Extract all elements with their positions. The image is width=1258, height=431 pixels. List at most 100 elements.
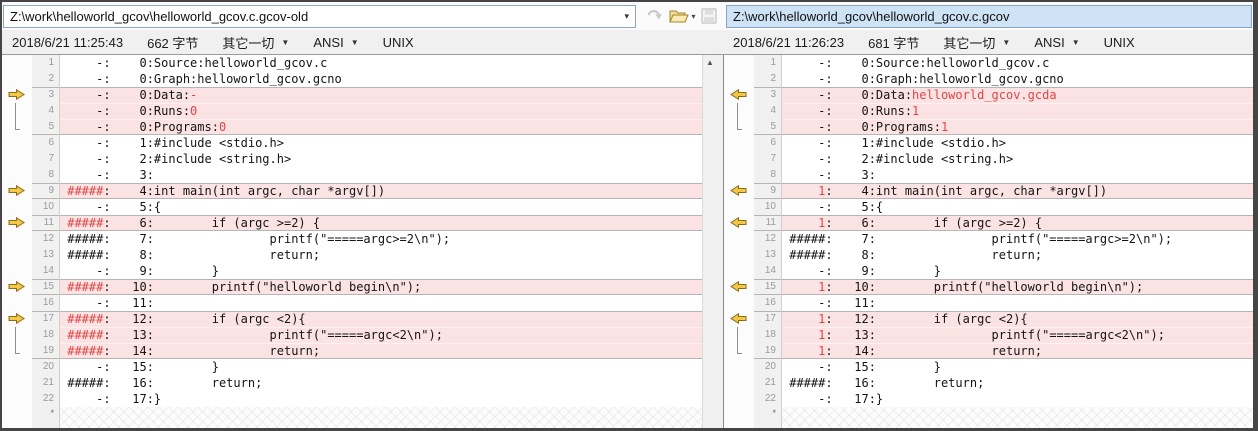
code-row[interactable]: 18 #####: 13: printf("=====argc<2\n"); — [2, 327, 702, 343]
code-text[interactable]: -: 17:} — [60, 391, 702, 407]
code-text[interactable]: -: 3: — [782, 167, 1253, 183]
code-row[interactable]: 7 -: 2:#include <string.h> — [724, 151, 1253, 167]
section-arrow-left-icon[interactable] — [724, 279, 754, 295]
code-row[interactable]: 6 -: 1:#include <stdio.h> — [2, 135, 702, 151]
code-row[interactable]: 1 -: 0:Source:helloworld_gcov.c — [724, 55, 1253, 71]
code-text[interactable]: -: 11: — [60, 295, 702, 311]
left-path-combo[interactable]: Z:\work\helloworld_gcov\helloworld_gcov.… — [3, 4, 636, 28]
code-row[interactable]: 18 1: 13: printf("=====argc<2\n"); — [724, 327, 1253, 343]
code-text[interactable]: 1: 12: if (argc <2){ — [782, 311, 1253, 327]
code-row[interactable]: 17 #####: 12: if (argc <2){ — [2, 311, 702, 327]
code-row[interactable]: 3 -: 0:Data:helloworld_gcov.gcda — [724, 87, 1253, 103]
section-arrow-left-icon[interactable] — [724, 215, 754, 231]
section-arrow-left-icon[interactable] — [724, 87, 754, 103]
code-row[interactable]: 13 #####: 8: return; — [724, 247, 1253, 263]
code-row[interactable]: 16 -: 11: — [2, 295, 702, 311]
code-row[interactable]: 8 -: 3: — [2, 167, 702, 183]
code-row[interactable]: 22 -: 17:} — [724, 391, 1253, 407]
open-file-button[interactable]: ▾ — [669, 8, 696, 24]
code-text[interactable]: -: 17:} — [782, 391, 1253, 407]
code-text[interactable]: 1: 13: printf("=====argc<2\n"); — [782, 327, 1253, 343]
code-text[interactable]: -: 9: } — [782, 263, 1253, 279]
code-text[interactable]: -: 0:Data:helloworld_gcov.gcda — [782, 87, 1253, 103]
code-text[interactable]: -: 11: — [782, 295, 1253, 311]
right-line-ending[interactable]: UNIX — [1104, 35, 1135, 50]
code-row[interactable]: 17 1: 12: if (argc <2){ — [724, 311, 1253, 327]
code-row[interactable]: 12 #####: 7: printf("=====argc>=2\n"); — [2, 231, 702, 247]
section-arrow-right-icon[interactable] — [2, 87, 32, 103]
code-text[interactable]: #####: 14: return; — [60, 343, 702, 359]
section-arrow-right-icon[interactable] — [2, 279, 32, 295]
code-text[interactable]: -: 0:Runs:0 — [60, 103, 702, 119]
code-text[interactable]: -: 2:#include <string.h> — [60, 151, 702, 167]
code-row[interactable]: 11 1: 6: if (argc >=2) { — [724, 215, 1253, 231]
code-row[interactable]: 5 -: 0:Programs:0 — [2, 119, 702, 135]
left-encoding-select[interactable]: ANSI ▼ — [313, 35, 358, 50]
code-row[interactable]: 11 #####: 6: if (argc >=2) { — [2, 215, 702, 231]
code-text[interactable]: -: 0:Programs:0 — [60, 119, 702, 135]
section-arrow-left-icon[interactable] — [724, 311, 754, 327]
code-text[interactable]: -: 1:#include <stdio.h> — [782, 135, 1253, 151]
code-row[interactable]: 7 -: 2:#include <string.h> — [2, 151, 702, 167]
left-path-dropdown-icon[interactable]: ▾ — [621, 11, 632, 22]
code-text[interactable]: -: 1:#include <stdio.h> — [60, 135, 702, 151]
code-text[interactable]: #####: 8: return; — [782, 247, 1253, 263]
code-row[interactable]: 20 -: 15: } — [2, 359, 702, 375]
code-row[interactable]: 21 #####: 16: return; — [724, 375, 1253, 391]
code-text[interactable]: -: 0:Graph:helloworld_gcov.gcno — [60, 71, 702, 87]
code-row[interactable]: 1 -: 0:Source:helloworld_gcov.c — [2, 55, 702, 71]
code-row[interactable]: 8 -: 3: — [724, 167, 1253, 183]
code-row[interactable]: 14 -: 9: } — [724, 263, 1253, 279]
recompare-button[interactable] — [645, 7, 664, 25]
section-arrow-right-icon[interactable] — [2, 215, 32, 231]
code-text[interactable]: #####: 13: printf("=====argc<2\n"); — [60, 327, 702, 343]
code-text[interactable]: -: 15: } — [782, 359, 1253, 375]
code-row[interactable]: 4 -: 0:Runs:0 — [2, 103, 702, 119]
right-format-select[interactable]: 其它一切 ▼ — [943, 33, 1010, 52]
code-row[interactable]: 9 1: 4:int main(int argc, char *argv[]) — [724, 183, 1253, 199]
code-text[interactable]: -: 0:Data:- — [60, 87, 702, 103]
code-text[interactable]: #####: 7: printf("=====argc>=2\n"); — [782, 231, 1253, 247]
code-text[interactable]: -: 0:Graph:helloworld_gcov.gcno — [782, 71, 1253, 87]
save-button[interactable] — [700, 8, 717, 24]
code-row[interactable]: 10 -: 5:{ — [2, 199, 702, 215]
code-row[interactable]: 15 1: 10: printf("helloworld begin\n"); — [724, 279, 1253, 295]
code-row[interactable]: 14 -: 9: } — [2, 263, 702, 279]
right-path-combo[interactable]: Z:\work\helloworld_gcov\helloworld_gcov.… — [726, 4, 1252, 28]
code-text[interactable]: -: 3: — [60, 167, 702, 183]
code-row[interactable]: 20 -: 15: } — [724, 359, 1253, 375]
section-arrow-right-icon[interactable] — [2, 183, 32, 199]
code-text[interactable]: -: 2:#include <string.h> — [782, 151, 1253, 167]
code-row[interactable]: 15 #####: 10: printf("helloworld begin\n… — [2, 279, 702, 295]
code-row[interactable]: 12 #####: 7: printf("=====argc>=2\n"); — [724, 231, 1253, 247]
left-vertical-scrollbar[interactable]: ▲ — [702, 55, 717, 428]
code-row[interactable]: 13 #####: 8: return; — [2, 247, 702, 263]
open-file-dropdown-icon[interactable]: ▾ — [691, 12, 695, 21]
code-row[interactable]: 2 -: 0:Graph:helloworld_gcov.gcno — [2, 71, 702, 87]
code-row[interactable]: 4 -: 0:Runs:1 — [724, 103, 1253, 119]
left-format-select[interactable]: 其它一切 ▼ — [222, 33, 289, 52]
code-text[interactable]: #####: 16: return; — [782, 375, 1253, 391]
left-line-ending[interactable]: UNIX — [383, 35, 414, 50]
right-encoding-select[interactable]: ANSI ▼ — [1034, 35, 1079, 50]
code-text[interactable]: -: 0:Source:helloworld_gcov.c — [60, 55, 702, 71]
code-text[interactable]: #####: 16: return; — [60, 375, 702, 391]
code-text[interactable]: 1: 10: printf("helloworld begin\n"); — [782, 279, 1253, 295]
code-text[interactable]: #####: 6: if (argc >=2) { — [60, 215, 702, 231]
code-row[interactable]: 21 #####: 16: return; — [2, 375, 702, 391]
code-row[interactable]: 10 -: 5:{ — [724, 199, 1253, 215]
code-text[interactable]: -: 5:{ — [782, 199, 1253, 215]
code-row[interactable]: 9 #####: 4:int main(int argc, char *argv… — [2, 183, 702, 199]
code-text[interactable]: -: 0:Source:helloworld_gcov.c — [782, 55, 1253, 71]
code-row[interactable]: 5 -: 0:Programs:1 — [724, 119, 1253, 135]
code-text[interactable]: #####: 4:int main(int argc, char *argv[]… — [60, 183, 702, 199]
code-text[interactable]: -: 0:Programs:1 — [782, 119, 1253, 135]
code-text[interactable]: #####: 7: printf("=====argc>=2\n"); — [60, 231, 702, 247]
code-row[interactable]: 19 #####: 14: return; — [2, 343, 702, 359]
code-text[interactable]: -: 15: } — [60, 359, 702, 375]
code-text[interactable]: -: 0:Runs:1 — [782, 103, 1253, 119]
code-row[interactable]: 22 -: 17:} — [2, 391, 702, 407]
code-row[interactable]: 2 -: 0:Graph:helloworld_gcov.gcno — [724, 71, 1253, 87]
code-text[interactable]: 1: 4:int main(int argc, char *argv[]) — [782, 183, 1253, 199]
section-arrow-right-icon[interactable] — [2, 311, 32, 327]
